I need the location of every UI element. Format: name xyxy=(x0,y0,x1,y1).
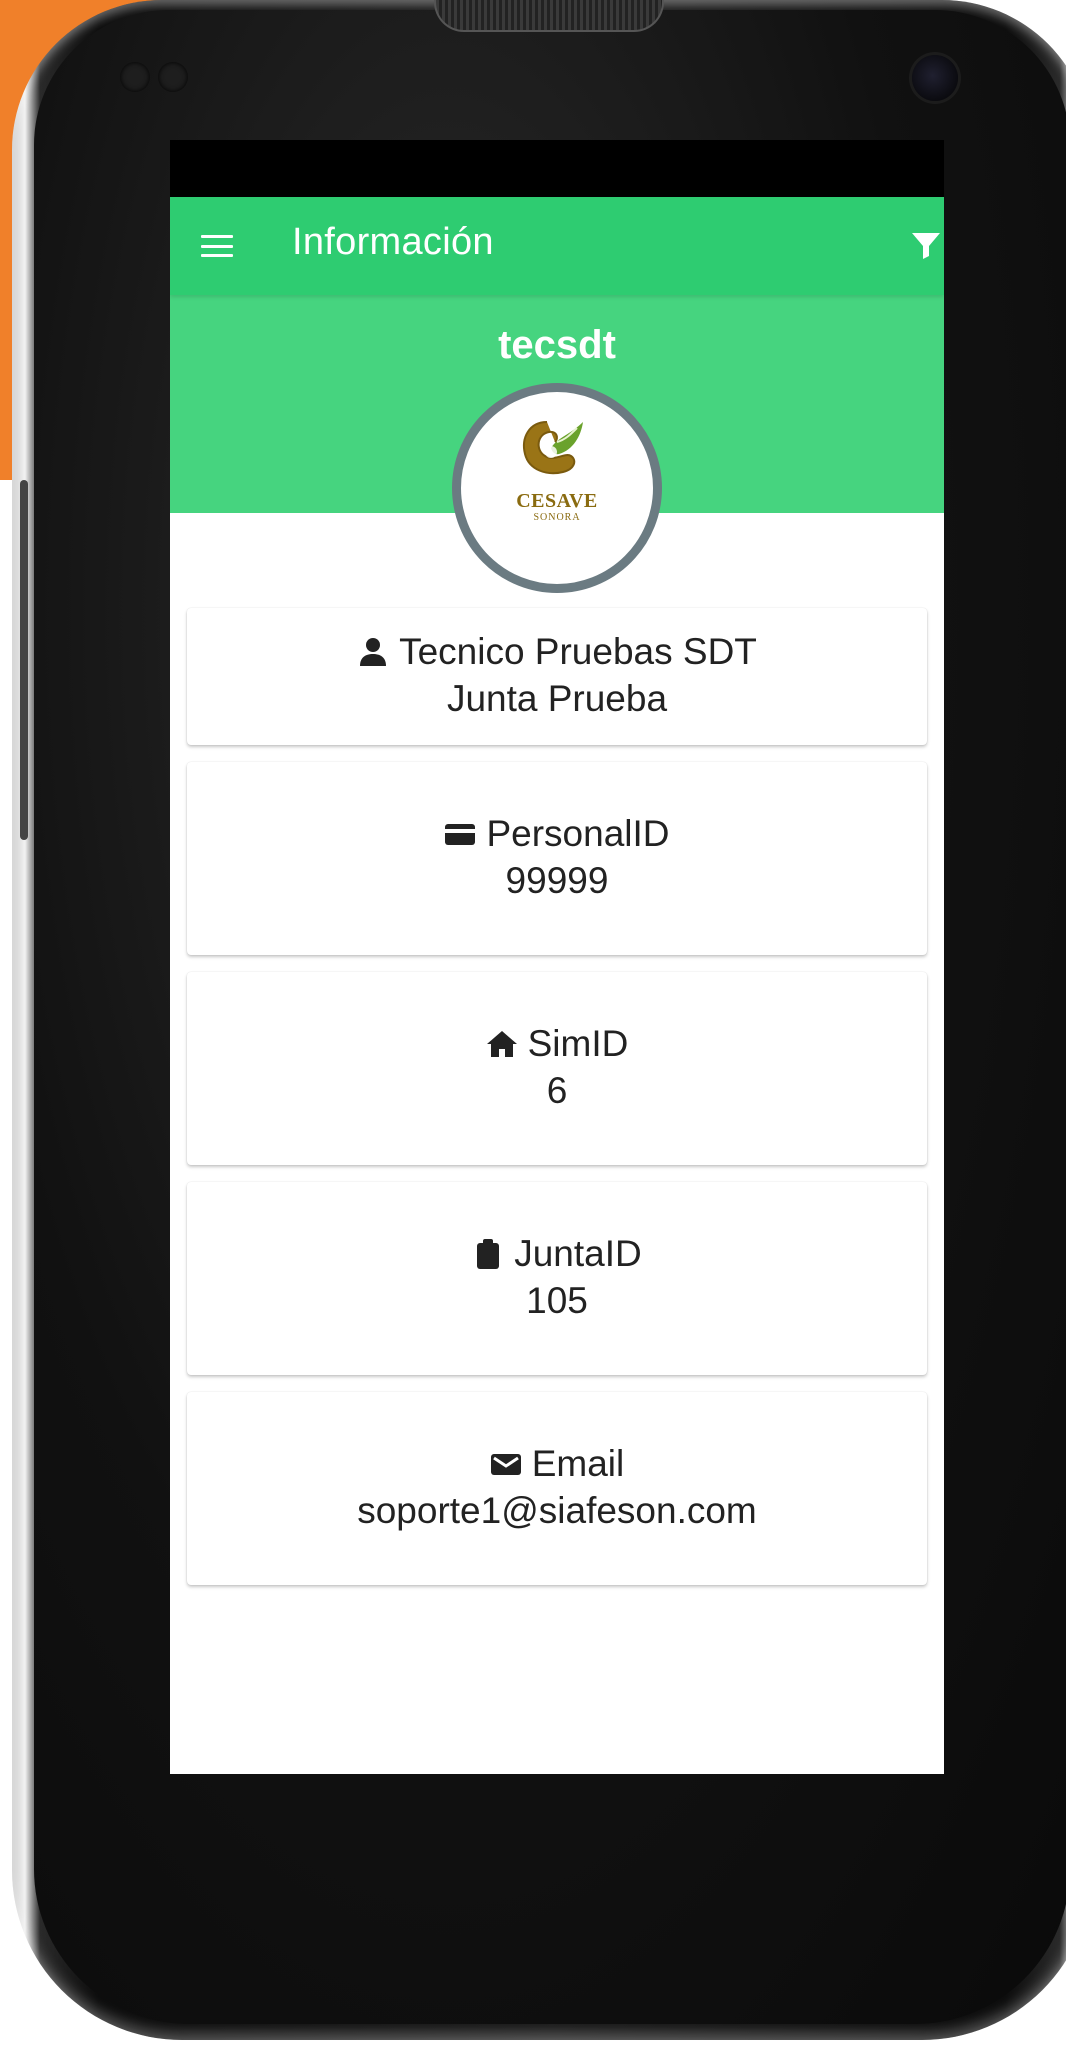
junta-id-value: 105 xyxy=(526,1280,588,1321)
person-icon xyxy=(360,637,387,666)
cesave-logo-icon xyxy=(523,421,583,475)
status-bar xyxy=(170,140,944,197)
junta-id-label: JuntaID xyxy=(514,1233,642,1274)
phone-side-button xyxy=(20,480,28,840)
sim-id-card: SimID 6 xyxy=(187,972,927,1165)
sim-id-value: 6 xyxy=(546,1070,568,1111)
phone-speaker xyxy=(434,0,664,32)
filter-icon[interactable] xyxy=(910,230,944,262)
username: tecsdt xyxy=(498,323,616,367)
email-value: soporte1@siafeson.com xyxy=(357,1490,757,1531)
page-title: Información xyxy=(292,221,494,263)
app-screen: Información tecsdt CESAVE SONORA Tecnico… xyxy=(170,140,944,1774)
name-card: Tecnico Pruebas SDT Junta Prueba xyxy=(187,608,927,745)
profile-header: tecsdt CESAVE SONORA xyxy=(170,295,944,593)
phone-sensor xyxy=(120,62,150,92)
logo-subtext: SONORA xyxy=(533,512,581,523)
personal-id-value: 99999 xyxy=(505,860,609,901)
sim-id-label: SimID xyxy=(527,1023,629,1064)
front-camera xyxy=(912,55,958,101)
app-bar: Información xyxy=(170,197,944,295)
full-name: Tecnico Pruebas SDT xyxy=(399,631,757,672)
email-card: Email soporte1@siafeson.com xyxy=(187,1392,927,1585)
email-icon xyxy=(490,1453,521,1475)
logo-text: CESAVE xyxy=(516,490,598,512)
phone-sensor xyxy=(158,62,188,92)
hamburger-menu-icon[interactable] xyxy=(201,235,233,257)
junta-id-card: JuntaID 105 xyxy=(187,1182,927,1375)
email-label: Email xyxy=(531,1443,625,1484)
info-cards: Tecnico Pruebas SDT Junta Prueba Persona… xyxy=(187,608,927,1602)
junta-name: Junta Prueba xyxy=(446,678,668,719)
id-card-icon xyxy=(445,823,476,845)
clipboard-icon xyxy=(477,1238,500,1269)
avatar: CESAVE SONORA xyxy=(452,383,662,593)
home-icon xyxy=(486,1030,517,1057)
personal-id-label: PersonalID xyxy=(486,813,670,854)
personal-id-card: PersonalID 99999 xyxy=(187,762,927,955)
